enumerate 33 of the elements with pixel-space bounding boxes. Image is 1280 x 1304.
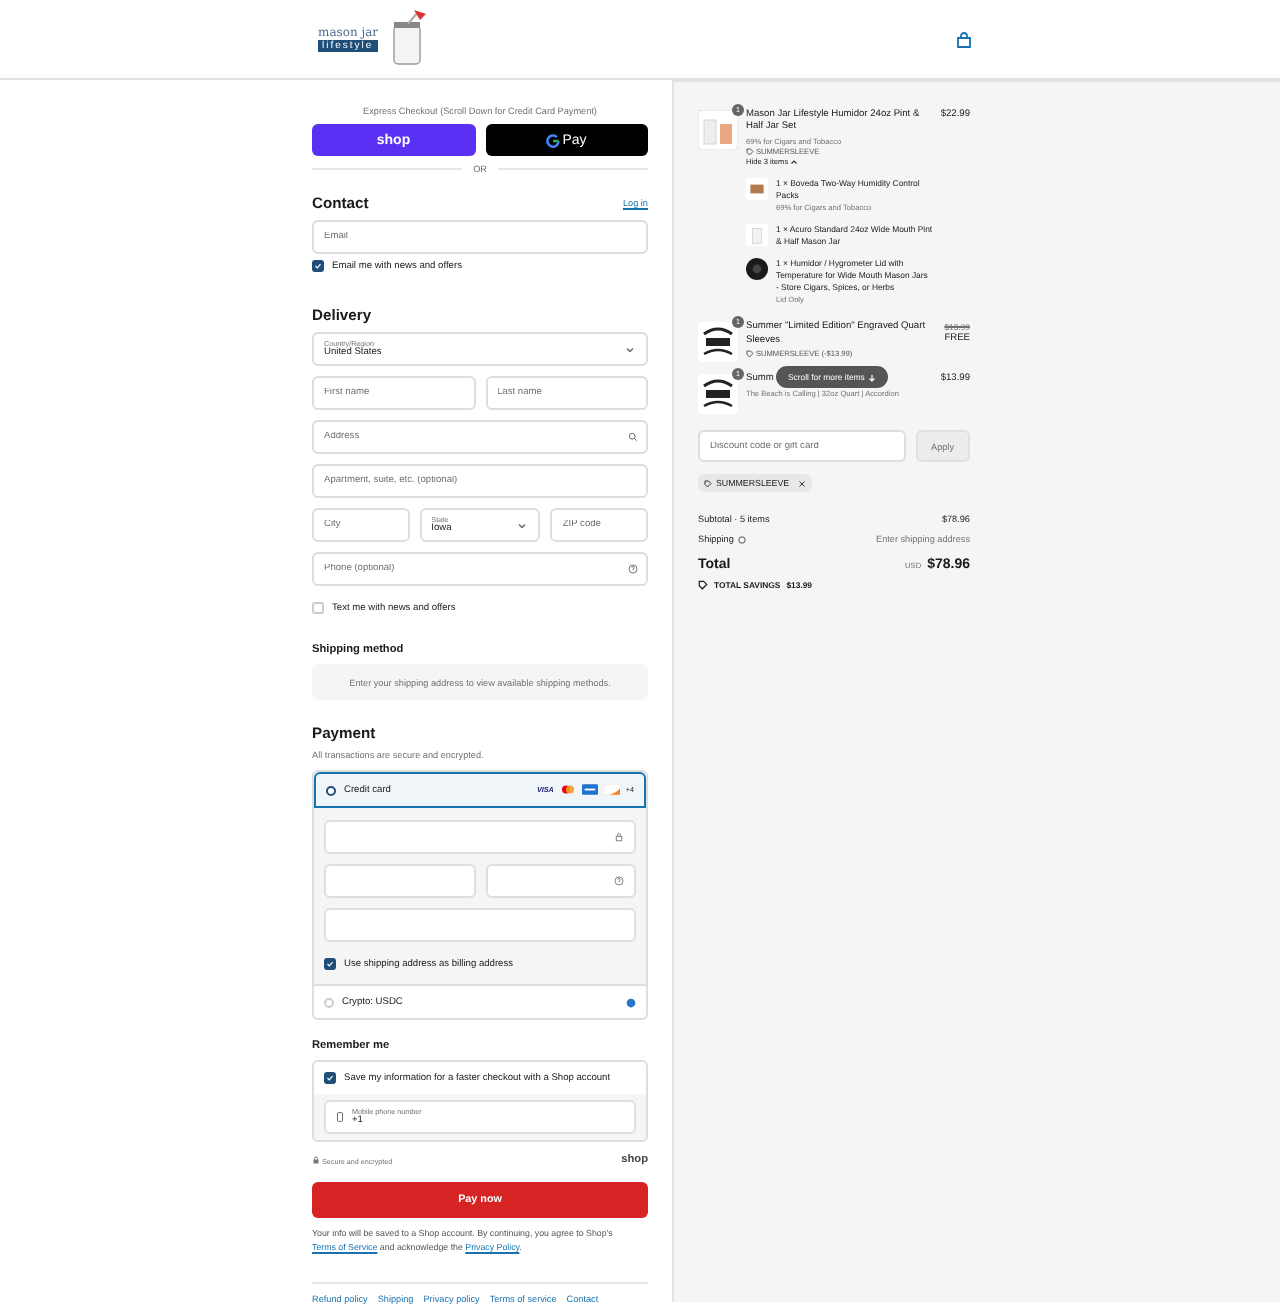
checkbox[interactable] <box>324 1072 336 1084</box>
shopping-bag-icon[interactable] <box>956 31 972 47</box>
jar-icon <box>390 9 426 65</box>
card-number-field[interactable] <box>324 820 636 854</box>
checkbox[interactable] <box>312 260 324 272</box>
tag-icon <box>746 350 754 358</box>
phone-icon <box>336 1112 344 1122</box>
lock-icon <box>312 1155 320 1163</box>
search-icon <box>628 432 638 442</box>
close-icon[interactable] <box>797 479 806 488</box>
mastercard-icon <box>559 784 576 796</box>
product-thumbnail <box>746 223 768 246</box>
tag-icon <box>704 479 712 488</box>
chevron-down-icon <box>516 520 529 532</box>
product-thumbnail <box>698 322 738 363</box>
lock-icon <box>614 832 624 842</box>
tag-icon <box>746 147 754 156</box>
tag-icon <box>698 580 708 591</box>
amex-icon <box>581 784 598 796</box>
usdc-icon <box>626 997 636 1007</box>
security-code-field[interactable] <box>485 864 636 898</box>
expiration-field[interactable] <box>324 864 475 898</box>
product-thumbnail <box>746 177 768 200</box>
checkbox[interactable] <box>324 958 336 970</box>
product-thumbnail <box>698 110 738 150</box>
discover-icon <box>603 784 620 796</box>
name-on-card-field[interactable] <box>324 908 636 942</box>
chevron-down-icon <box>624 344 636 356</box>
google-g-icon <box>546 133 561 147</box>
product-thumbnail <box>698 374 738 415</box>
product-thumbnail <box>746 258 768 281</box>
chevron-up-icon <box>790 157 799 166</box>
arrow-down-icon <box>868 373 877 382</box>
